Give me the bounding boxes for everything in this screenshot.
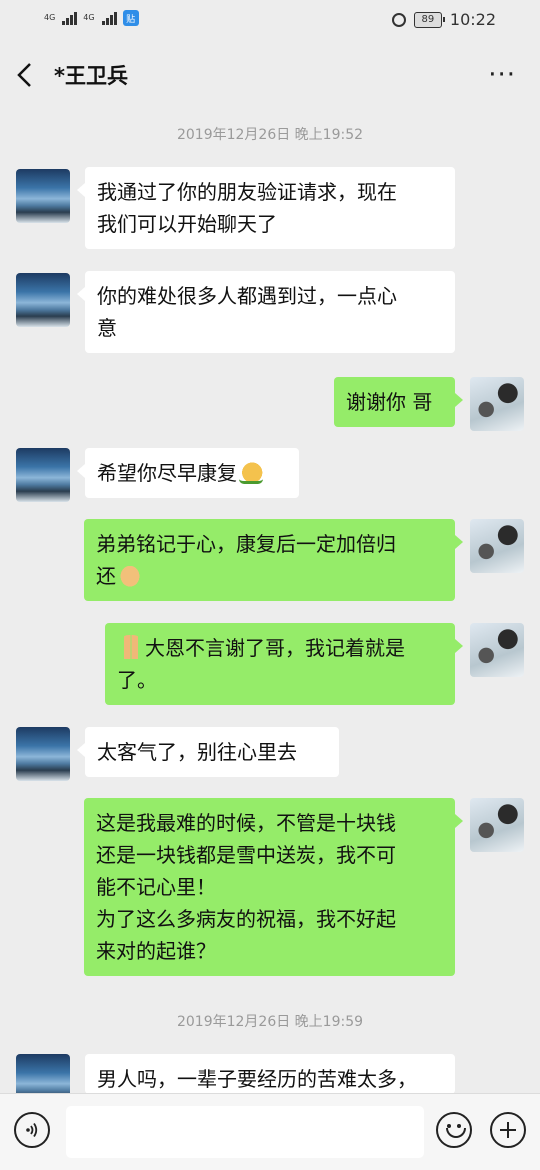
alarm-icon — [391, 12, 406, 27]
message-text: 大恩不言谢了哥，我记着就是 — [145, 636, 405, 660]
input-bar — [0, 1093, 540, 1170]
message-text: 还是一块钱都是雪中送炭，我不可 — [96, 843, 396, 867]
contact-avatar[interactable] — [16, 169, 70, 223]
more-options-icon[interactable]: ··· — [488, 62, 516, 88]
message-text: 这是我最难的时候，不管是十块钱 — [96, 811, 396, 835]
signal-icon — [101, 11, 117, 25]
battery-icon: 89 — [413, 11, 445, 28]
message-bubble[interactable]: 弟弟铭记于心，康复后一定加倍归 还 — [84, 519, 463, 601]
message-text: 谢谢你 哥 — [346, 390, 433, 414]
emoji-icon[interactable] — [436, 1112, 472, 1148]
pray-emoji — [119, 635, 143, 659]
message-text: 了。 — [117, 668, 157, 692]
notification-app-icon: 贴 — [122, 10, 139, 26]
back-icon[interactable] — [14, 60, 42, 90]
message-text: 意 — [97, 316, 117, 340]
thumbs-up-emoji — [239, 460, 263, 484]
status-bar: 4G 4G 贴 89 10:22 — [0, 0, 540, 42]
signal-icon — [62, 11, 78, 25]
message-text: 男人吗，一辈子要经历的苦难太多， — [97, 1067, 417, 1091]
message-bubble[interactable]: 你的难处很多人都遇到过，一点心 意 — [77, 271, 455, 353]
plus-icon[interactable] — [490, 1112, 526, 1148]
network-label-1: 4G — [44, 13, 56, 22]
timestamp: 2019年12月26日 晚上19:59 — [176, 1014, 364, 1030]
contact-avatar[interactable] — [16, 448, 70, 502]
timestamp: 2019年12月26日 晚上19:52 — [176, 127, 364, 143]
message-text: 太客气了，别往心里去 — [97, 740, 297, 764]
status-bar-right: 89 10:22 — [391, 10, 496, 29]
self-avatar[interactable] — [470, 623, 524, 677]
message-bubble[interactable]: 大恩不言谢了哥，我记着就是 了。 — [105, 623, 463, 705]
message-text: 希望你尽早康复 — [97, 461, 237, 485]
message-bubble[interactable]: 太客气了，别往心里去 — [77, 727, 339, 777]
self-avatar[interactable] — [470, 798, 524, 852]
message-text: 能不记心里！ — [96, 875, 216, 899]
chat-header: *王卫兵 ··· — [0, 42, 540, 108]
self-avatar[interactable] — [470, 519, 524, 573]
message-bubble[interactable]: 希望你尽早康复 — [77, 448, 299, 498]
message-text: 还 — [96, 564, 116, 588]
message-bubble[interactable]: 男人吗，一辈子要经历的苦难太多， — [85, 1054, 455, 1094]
message-text: 你的难处很多人都遇到过，一点心 — [97, 284, 397, 308]
handshake-emoji — [118, 563, 142, 587]
voice-icon[interactable] — [14, 1112, 50, 1148]
message-text: 为了这么多病友的祝福，我不好起 — [96, 907, 396, 931]
message-bubble[interactable]: 我通过了你的朋友验证请求，现在 我们可以开始聊天了 — [77, 167, 455, 249]
message-text: 我通过了你的朋友验证请求，现在 — [97, 180, 397, 204]
contact-avatar[interactable] — [16, 273, 70, 327]
status-bar-left: 4G 4G 贴 — [44, 10, 139, 26]
chat-title: *王卫兵 — [54, 64, 128, 88]
clock: 10:22 — [449, 10, 496, 29]
self-avatar[interactable] — [470, 377, 524, 431]
contact-avatar[interactable] — [16, 727, 70, 781]
message-text: 来对的起谁？ — [96, 939, 216, 963]
message-text: 弟弟铭记于心，康复后一定加倍归 — [96, 532, 396, 556]
message-input[interactable] — [66, 1106, 424, 1158]
network-label-2: 4G — [83, 13, 95, 22]
message-bubble[interactable]: 这是我最难的时候，不管是十块钱 还是一块钱都是雪中送炭，我不可 能不记心里！ 为… — [84, 798, 463, 976]
smile-mouth — [446, 1128, 466, 1138]
message-text: 我们可以开始聊天了 — [97, 212, 277, 236]
message-bubble[interactable]: 谢谢你 哥 — [334, 377, 463, 427]
